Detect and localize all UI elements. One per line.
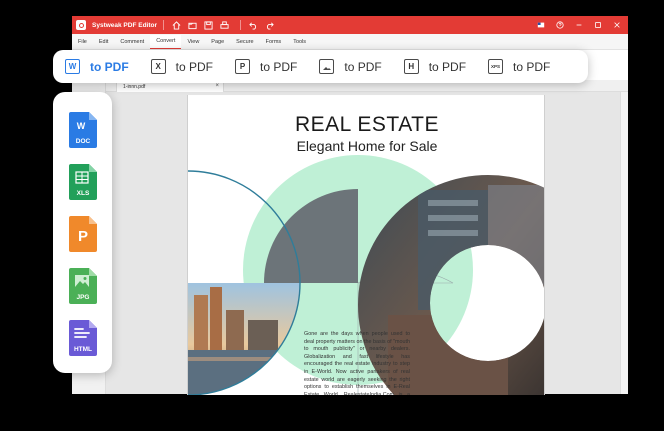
doc-format-button[interactable]: W DOC xyxy=(69,112,97,148)
html-to-pdf-button[interactable]: H to PDF xyxy=(403,50,467,83)
jpg-format-label: JPG xyxy=(76,294,90,301)
html-icon: H xyxy=(403,59,419,74)
powerpoint-icon: P xyxy=(235,59,251,74)
open-folder-icon[interactable] xyxy=(186,19,198,31)
format-panel: W DOC XLS P JPG HTML xyxy=(53,92,112,373)
image-icon xyxy=(319,59,335,74)
tab-close-icon[interactable]: × xyxy=(215,83,219,89)
image-to-pdf-label: to PDF xyxy=(344,59,382,74)
html-to-pdf-label: to PDF xyxy=(428,59,467,74)
ppt-file-icon: P xyxy=(69,216,97,252)
xps-to-pdf-button[interactable]: XPS to PDF xyxy=(488,50,550,83)
menu-edit[interactable]: Edit xyxy=(93,35,114,49)
page-body-text: Gone are the days when people used to de… xyxy=(304,331,410,395)
maximize-icon[interactable] xyxy=(592,19,603,30)
menu-page[interactable]: Page xyxy=(205,35,230,49)
jpg-format-button[interactable]: JPG xyxy=(69,268,97,304)
save-icon[interactable] xyxy=(202,19,214,31)
doc-format-label: DOC xyxy=(75,138,91,145)
xps-icon: XPS xyxy=(488,59,504,74)
menu-bar: File Edit Comment Convert View Page Secu… xyxy=(72,34,628,50)
excel-icon: X xyxy=(150,59,166,74)
help-icon[interactable] xyxy=(554,19,565,30)
home-icon[interactable] xyxy=(170,19,182,31)
xls-format-label: XLS xyxy=(76,190,90,197)
xls-format-button[interactable]: XLS xyxy=(69,164,97,200)
html-format-label: HTML xyxy=(73,346,93,353)
xps-to-pdf-label: to PDF xyxy=(513,59,551,74)
menu-secure[interactable]: Secure xyxy=(230,35,259,49)
excel-to-pdf-button[interactable]: X to PDF xyxy=(150,50,214,83)
minimize-icon[interactable] xyxy=(573,19,584,30)
menu-tools[interactable]: Tools xyxy=(287,35,312,49)
app-title: Systweak PDF Editor xyxy=(92,21,158,29)
word-to-pdf-button[interactable]: W to PDF xyxy=(65,50,129,83)
vertical-scrollbar[interactable] xyxy=(620,92,628,394)
word-icon: W xyxy=(65,59,80,74)
stage: Systweak PDF Editor File Edit Comment Co… xyxy=(0,0,664,431)
page-subtitle: Elegant Home for Sale xyxy=(296,138,438,154)
title-separator xyxy=(240,20,242,30)
ppt-format-button[interactable]: P xyxy=(69,216,97,252)
undo-icon[interactable] xyxy=(247,19,259,31)
convert-toolbar: W to PDF X to PDF P to PDF to PDF H to P… xyxy=(53,50,588,83)
ppt-to-pdf-button[interactable]: P to PDF xyxy=(235,50,297,83)
pdf-page: REAL ESTATE Elegant Home for Sale Gone a… xyxy=(187,95,545,395)
app-logo-icon xyxy=(76,20,86,30)
word-to-pdf-label: to PDF xyxy=(90,59,129,74)
title-bar: Systweak PDF Editor xyxy=(72,16,628,34)
svg-text:W: W xyxy=(77,121,86,131)
redo-icon[interactable] xyxy=(263,19,275,31)
excel-to-pdf-label: to PDF xyxy=(175,59,214,74)
title-separator xyxy=(163,20,165,30)
page-title: REAL ESTATE xyxy=(295,113,439,136)
menu-convert[interactable]: Convert xyxy=(150,34,182,49)
close-icon[interactable] xyxy=(611,19,622,30)
menu-view[interactable]: View xyxy=(181,35,205,49)
print-icon[interactable] xyxy=(218,19,230,31)
menu-forms[interactable]: Forms xyxy=(260,35,288,49)
html-format-button[interactable]: HTML xyxy=(69,320,97,356)
document-tab-name: 1-innn.pdf xyxy=(123,84,146,90)
menu-file[interactable]: File xyxy=(72,35,93,49)
image-to-pdf-button[interactable]: to PDF xyxy=(319,50,382,83)
ppt-to-pdf-label: to PDF xyxy=(260,59,298,74)
svg-text:P: P xyxy=(78,228,88,245)
menu-comment[interactable]: Comment xyxy=(114,35,150,49)
language-flag-icon[interactable] xyxy=(535,19,546,30)
